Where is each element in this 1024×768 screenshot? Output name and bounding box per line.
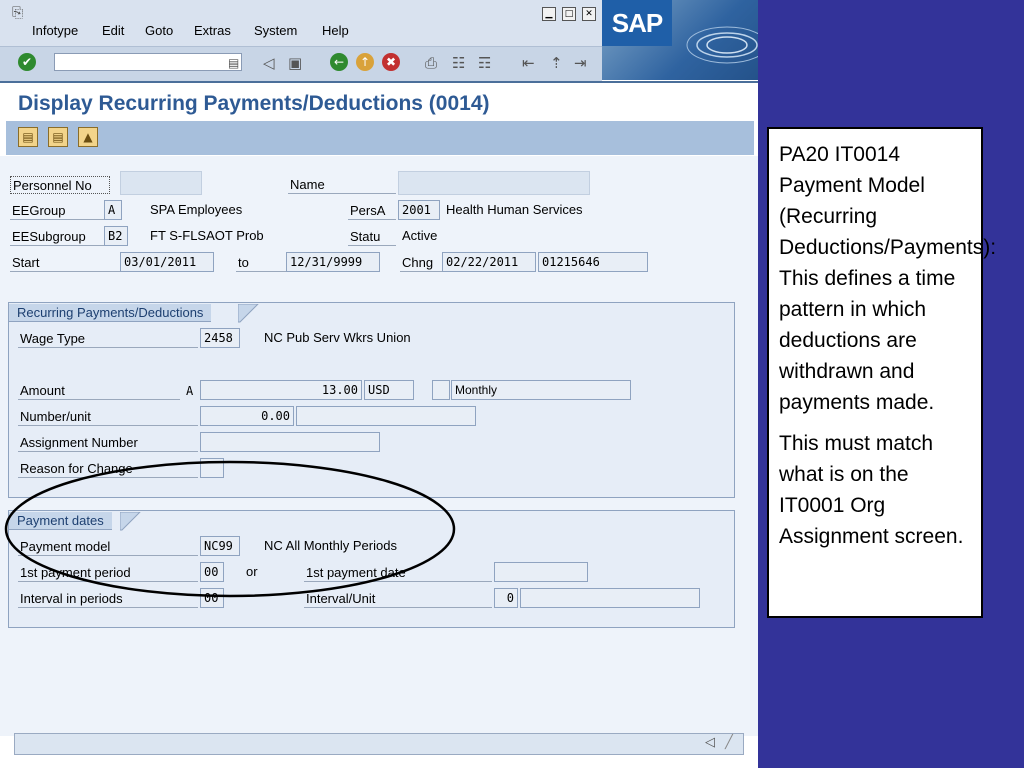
annotation-ellipse	[4, 460, 456, 598]
note-paragraph-1: PA20 IT0014 Payment Model (Recurring Ded…	[779, 143, 997, 414]
sap-window: ⎘ Infotype Edit Goto Extras System Help …	[0, 0, 758, 768]
status-bar: ◁ ╱	[14, 733, 744, 755]
annotation-note: PA20 IT0014 Payment Model (Recurring Ded…	[767, 127, 997, 618]
status-expand-icon[interactable]: ◁	[705, 735, 715, 750]
resize-grip-icon[interactable]: ╱	[725, 735, 733, 750]
note-paragraph-2: This must match what is on the IT0001 Or…	[779, 432, 964, 548]
